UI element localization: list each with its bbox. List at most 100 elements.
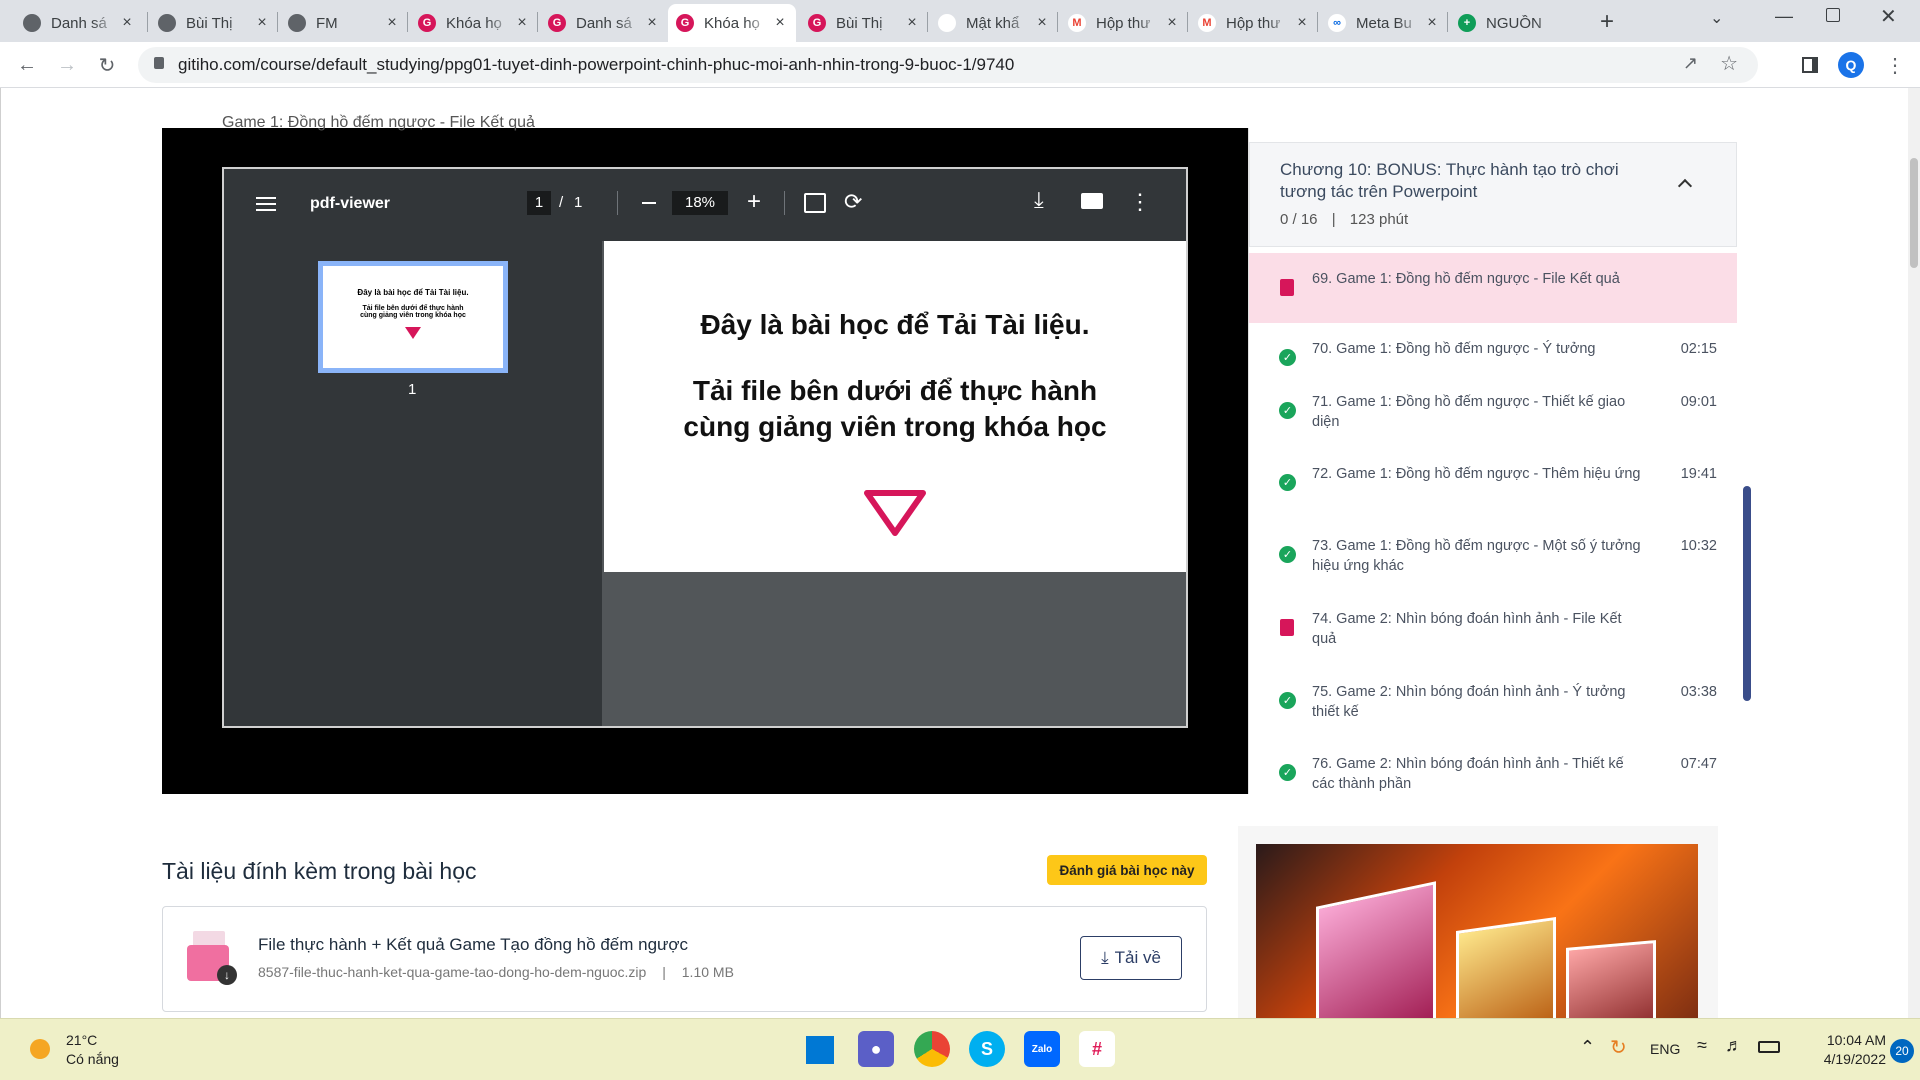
zoom-in-icon[interactable]: + (747, 189, 761, 215)
tab-2[interactable]: Bùi Thị × (150, 4, 278, 42)
fit-page-icon[interactable] (804, 193, 826, 213)
back-icon[interactable]: ← (12, 50, 42, 80)
weather-widget[interactable]: 21°C Có nắng (66, 1031, 119, 1069)
battery-icon[interactable] (1758, 1041, 1780, 1053)
file-sep: | (662, 964, 666, 980)
lesson-item[interactable]: ✓ 71. Game 1: Đồng hồ đếm ngược - Thiết k… (1249, 376, 1737, 448)
tab-title: Khóa họ (446, 14, 502, 32)
windows-start-icon[interactable] (806, 1036, 834, 1064)
close-tab-icon[interactable]: × (1424, 14, 1440, 32)
more-options-icon[interactable]: ⋮ (1129, 189, 1151, 215)
slack-icon[interactable]: # (1079, 1031, 1115, 1067)
close-tab-icon[interactable]: × (119, 14, 135, 32)
page-number-input[interactable]: 1 (527, 191, 551, 215)
minimize-icon[interactable]: — (1775, 6, 1793, 27)
sync-icon[interactable]: ↻ (1610, 1035, 1627, 1060)
close-tab-icon[interactable]: × (644, 14, 660, 32)
tab-title: FM (316, 14, 338, 32)
forward-icon[interactable]: → (52, 50, 82, 80)
tab-1[interactable]: Danh sá × (15, 4, 143, 42)
pdf-title: pdf-viewer (310, 195, 391, 212)
language-indicator[interactable]: ENG (1650, 1041, 1680, 1057)
tab-7[interactable]: G Bùi Thị × (800, 4, 928, 42)
sheets-icon: + (1458, 14, 1476, 32)
page-separator: / (559, 194, 564, 211)
restore-icon[interactable] (1826, 8, 1840, 22)
lesson-item[interactable]: 74. Game 2: Nhìn bóng đoán hình ảnh - Fi… (1249, 593, 1737, 665)
globe-icon (158, 14, 176, 32)
chapter-header[interactable]: Chương 10: BONUS: Thực hành tạo trò chơi… (1249, 142, 1737, 247)
tab-8[interactable]: Mật khẩ × (930, 4, 1058, 42)
file-title: File thực hành + Kết quả Game Tạo đồng h… (258, 935, 689, 954)
show-hidden-icons[interactable]: ⌃ (1580, 1037, 1595, 1058)
close-tab-icon[interactable]: × (1294, 14, 1310, 32)
chrome-taskbar-icon[interactable] (914, 1031, 950, 1067)
menu-icon[interactable] (256, 197, 276, 211)
toolbar-divider (617, 191, 618, 215)
close-tab-icon[interactable]: × (254, 14, 270, 32)
download-icon[interactable]: ⤓ (1034, 187, 1044, 213)
lesson-item[interactable]: 69. Game 1: Đồng hồ đếm ngược - File Kết… (1249, 253, 1737, 323)
close-tab-icon[interactable]: × (904, 14, 920, 32)
tab-5[interactable]: G Danh sá × (540, 4, 668, 42)
tab-title: Bùi Thị (836, 14, 883, 32)
volume-icon[interactable]: ♬ (1725, 1035, 1743, 1056)
tab-6[interactable]: G Khóa họ × (668, 4, 796, 42)
close-tab-icon[interactable]: × (514, 14, 530, 32)
tab-11[interactable]: ∞ Meta Bu × (1320, 4, 1448, 42)
check-circle-icon: ✓ (1279, 692, 1296, 709)
download-button-icon: ⤓ (1101, 948, 1109, 967)
tab-search-icon[interactable]: ⌄ (1710, 8, 1723, 28)
lesson-title: 71. Game 1: Đồng hồ đếm ngược - Thiết kế… (1312, 394, 1626, 430)
close-tab-icon[interactable]: × (384, 14, 400, 32)
rate-lesson-button[interactable]: Đánh giá bài học này (1047, 855, 1207, 885)
notification-badge[interactable]: 20 (1890, 1039, 1914, 1063)
side-panel-icon[interactable] (1795, 50, 1825, 80)
weather-sun-icon[interactable] (30, 1039, 50, 1059)
zoom-out-icon[interactable] (642, 202, 656, 204)
pdf-page: Đây là bài học để Tải Tài liệu. Tải file… (604, 241, 1186, 572)
teams-chat-icon[interactable]: ● (858, 1031, 894, 1067)
profile-avatar[interactable]: Q (1838, 52, 1864, 78)
lesson-item[interactable]: ✓ 76. Game 2: Nhìn bóng đoán hình ảnh - T… (1249, 738, 1737, 794)
download-button[interactable]: ⤓ Tải về (1080, 936, 1182, 980)
chevron-up-icon[interactable] (1677, 178, 1693, 194)
close-window-icon[interactable]: ✕ (1880, 4, 1897, 29)
print-icon[interactable] (1081, 193, 1103, 209)
chrome-menu-icon[interactable]: ⋮ (1880, 50, 1910, 80)
close-tab-icon[interactable]: × (1034, 14, 1050, 32)
document-icon (1280, 279, 1294, 296)
lesson-item[interactable]: ✓ 75. Game 2: Nhìn bóng đoán hình ảnh - Ý… (1249, 666, 1737, 738)
tab-10[interactable]: M Hộp thư × (1190, 4, 1318, 42)
bookmark-star-icon[interactable]: ☆ (1720, 51, 1738, 76)
close-tab-icon[interactable]: × (772, 14, 788, 32)
lesson-duration: 03:38 (1680, 684, 1717, 700)
lesson-item[interactable]: ✓ 73. Game 1: Đồng hồ đếm ngược - Một số … (1249, 520, 1737, 592)
rotate-icon[interactable]: ⟳ (844, 189, 862, 215)
zoom-input[interactable]: 18% (672, 191, 728, 215)
lesson-title: 70. Game 1: Đồng hồ đếm ngược - Ý tưởng (1312, 341, 1596, 357)
new-tab-icon[interactable]: + (1600, 8, 1614, 36)
address-bar[interactable]: gitiho.com/course/default_studying/ppg01… (138, 47, 1758, 83)
file-name: 8587-file-thuc-hanh-ket-qua-game-tao-don… (258, 964, 647, 980)
lesson-duration: 02:15 (1680, 341, 1717, 357)
wifi-icon[interactable]: ≈ (1697, 1035, 1707, 1056)
clock[interactable]: 10:04 AM 4/19/2022 (1790, 1031, 1886, 1069)
weather-temp: 21°C (66, 1032, 98, 1048)
close-tab-icon[interactable]: × (1164, 14, 1180, 32)
share-icon[interactable]: ↗ (1683, 53, 1698, 74)
zalo-icon[interactable]: Zalo (1024, 1031, 1060, 1067)
skype-icon[interactable]: S (969, 1031, 1005, 1067)
tab-12[interactable]: + NGUỒN (1450, 4, 1575, 42)
page-thumbnail[interactable]: Đây là bài học để Tải Tài liệu. Tải file… (318, 261, 508, 373)
tab-9[interactable]: M Hộp thư × (1060, 4, 1188, 42)
sidebar-scrollbar-thumb[interactable] (1743, 486, 1751, 701)
tab-separator (927, 12, 928, 32)
reload-icon[interactable]: ↻ (92, 50, 122, 80)
tab-4[interactable]: G Khóa họ × (410, 4, 538, 42)
chapter-title-line: Chương 10: BONUS: Thực hành tạo trò chơi… (1280, 159, 1660, 203)
promo-banner-image[interactable] (1256, 844, 1698, 1018)
tab-3[interactable]: FM × (280, 4, 408, 42)
lesson-item[interactable]: ✓ 72. Game 1: Đồng hồ đếm ngược - Thêm hi… (1249, 448, 1737, 520)
page-scrollbar-thumb[interactable] (1910, 158, 1918, 268)
